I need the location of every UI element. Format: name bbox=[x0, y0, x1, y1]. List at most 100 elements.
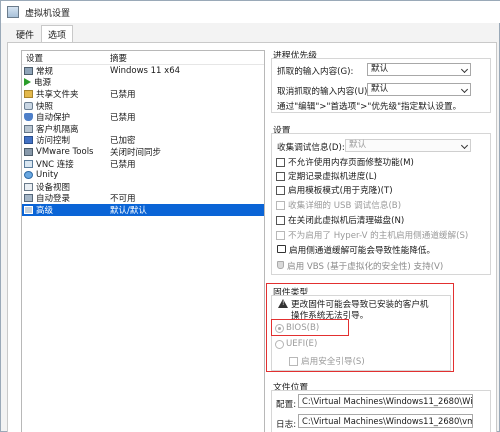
isolation-icon bbox=[24, 124, 33, 133]
list-item-name: 共享文件夹 bbox=[36, 89, 79, 100]
options-list[interactable]: 设置 摘要 常规 Windows 11 x64 电源 共享文件夹 已禁用 快照 自动保护 已禁… bbox=[21, 50, 265, 432]
gather-label: 收集调试信息(D): bbox=[277, 143, 345, 153]
secure-boot-checkbox[interactable]: 启用安全引导(S) bbox=[289, 355, 365, 367]
device-view-icon bbox=[24, 182, 33, 191]
checkbox-box bbox=[276, 230, 285, 240]
list-item[interactable]: 高级 默认/默认 bbox=[22, 204, 264, 216]
vbs-option[interactable]: 启用 VBS (基于虚拟化的安全性) 支持(V) bbox=[277, 260, 443, 272]
info-icon bbox=[277, 245, 286, 253]
tab-options[interactable]: 选项 bbox=[41, 25, 74, 43]
config-path-field[interactable]: C:\Virtual Machines\Windows11_2680\Windo… bbox=[298, 394, 473, 408]
power-icon bbox=[24, 78, 31, 87]
checkbox-box bbox=[276, 157, 285, 167]
grabbed-value: 默认 bbox=[371, 64, 389, 74]
list-item-summary: 已禁用 bbox=[110, 113, 136, 124]
list-item[interactable]: 快照 bbox=[22, 100, 264, 112]
list-item[interactable]: 共享文件夹 已禁用 bbox=[22, 88, 264, 100]
list-item-setting: 共享文件夹 bbox=[22, 88, 110, 100]
shared-folder-icon bbox=[24, 89, 33, 98]
chevron-down-icon bbox=[460, 85, 469, 94]
advanced-icon bbox=[24, 205, 33, 214]
list-header: 设置 摘要 bbox=[22, 51, 264, 65]
list-item[interactable]: 设备视图 bbox=[22, 181, 264, 193]
list-item-summary: 不可用 bbox=[110, 194, 136, 205]
list-item[interactable]: 电源 bbox=[22, 76, 264, 88]
ungrabbed-label: 取消抓取的输入内容(U): bbox=[277, 87, 371, 97]
priority-note: 通过"编辑">"首选项">"优先级"指定默认设置。 bbox=[277, 102, 462, 112]
list-item[interactable]: Unity bbox=[22, 169, 264, 181]
list-item[interactable]: 访问控制 已加密 bbox=[22, 134, 264, 147]
tab-hardware[interactable]: 硬件 bbox=[9, 25, 41, 43]
header-setting[interactable]: 设置 bbox=[22, 52, 110, 64]
checkbox-box bbox=[276, 215, 285, 225]
checkbox-label: 启用模板模式(用于克隆)(T) bbox=[288, 186, 393, 196]
gather-select[interactable]: 默认 bbox=[345, 139, 471, 152]
list-item-name: 高级 bbox=[36, 205, 54, 216]
list-item-name: VNC 连接 bbox=[36, 159, 74, 170]
list-item[interactable]: 客户机隔离 bbox=[22, 123, 264, 135]
list-item-setting: VNC 连接 bbox=[22, 158, 110, 170]
list-item-name: 自动登录 bbox=[36, 194, 71, 205]
no-page-trim-checkbox[interactable]: 不允许使用内存页面修整功能(M) bbox=[276, 156, 414, 168]
list-item-summary: 已禁用 bbox=[110, 89, 136, 100]
list-item-setting: VMware Tools bbox=[22, 147, 110, 157]
chevron-down-icon bbox=[460, 141, 469, 150]
warning-icon bbox=[278, 299, 288, 308]
log-path-field[interactable]: C:\Virtual Machines\Windows11_2680\vmwar… bbox=[298, 414, 473, 428]
autologin-icon bbox=[24, 194, 33, 203]
list-item-summary: Windows 11 x64 bbox=[110, 65, 181, 76]
list-item-name: 设备视图 bbox=[36, 182, 71, 193]
template-mode-checkbox[interactable]: 启用模板模式(用于克隆)(T) bbox=[276, 184, 393, 196]
general-icon bbox=[24, 66, 33, 75]
list-item[interactable]: 常规 Windows 11 x64 bbox=[22, 65, 264, 77]
gather-value: 默认 bbox=[349, 140, 367, 150]
list-item-setting: 快照 bbox=[22, 100, 110, 112]
list-item[interactable]: 自动保护 已禁用 bbox=[22, 111, 264, 123]
grabbed-select[interactable]: 默认 bbox=[367, 63, 471, 76]
vmware-tools-icon bbox=[24, 147, 33, 156]
list-item-name: VMware Tools bbox=[36, 146, 94, 157]
header-summary[interactable]: 摘要 bbox=[110, 52, 260, 64]
ungrabbed-value: 默认 bbox=[371, 84, 389, 94]
checkbox-label: 不允许使用内存页面修整功能(M) bbox=[288, 158, 414, 168]
radio-dot bbox=[275, 339, 284, 349]
tab-strip: 硬件 选项 bbox=[1, 25, 74, 43]
checkbox-label: 启用安全引导(S) bbox=[301, 357, 365, 367]
checkbox-label: 收集详细的 USB 调试信息(B) bbox=[288, 201, 402, 211]
list-item-name: 客户机隔离 bbox=[36, 124, 79, 135]
clean-disk-checkbox[interactable]: 在关闭此虚拟机后清理磁盘(N) bbox=[276, 214, 404, 226]
lock-icon bbox=[24, 136, 33, 145]
checkbox-label: 定期记录虚拟机进度(L) bbox=[288, 172, 377, 182]
list-item-setting: Unity bbox=[22, 170, 110, 180]
list-item[interactable]: VNC 连接 已禁用 bbox=[22, 158, 264, 170]
mitigation-info: 启用侧通道缓解可能会导致性能降低。 bbox=[277, 244, 435, 256]
uefi-radio[interactable]: UEFI(E) bbox=[275, 339, 317, 349]
list-item-setting: 电源 bbox=[22, 76, 110, 88]
title-bar: 虚拟机设置 bbox=[1, 1, 500, 23]
shield-icon bbox=[277, 261, 284, 269]
checkbox-box bbox=[276, 185, 285, 195]
ungrabbed-select[interactable]: 默认 bbox=[367, 83, 471, 96]
list-item[interactable]: VMware Tools 关闭时间同步 bbox=[22, 146, 264, 158]
list-item-name: 电源 bbox=[34, 78, 52, 89]
config-label: 配置: bbox=[276, 400, 297, 410]
list-item-summary: 已加密 bbox=[110, 136, 136, 147]
list-item-setting: 访问控制 bbox=[22, 134, 110, 146]
list-item-name: 访问控制 bbox=[36, 136, 71, 147]
chevron-down-icon bbox=[460, 65, 469, 74]
uefi-label: UEFI(E) bbox=[286, 339, 318, 349]
hyperv-mitigation-checkbox[interactable]: 不为启用了 Hyper-V 的主机启用侧通道缓解(S) bbox=[276, 229, 468, 241]
vnc-icon bbox=[24, 159, 33, 168]
window-title: 虚拟机设置 bbox=[25, 8, 71, 19]
unity-icon bbox=[24, 171, 33, 180]
list-item-name: 常规 bbox=[36, 66, 54, 77]
bios-highlight-box bbox=[271, 319, 349, 336]
log-progress-checkbox[interactable]: 定期记录虚拟机进度(L) bbox=[276, 170, 377, 182]
log-label: 日志: bbox=[276, 420, 297, 430]
vm-settings-icon bbox=[7, 6, 19, 18]
list-item-name: 快照 bbox=[36, 101, 54, 112]
usb-debug-checkbox[interactable]: 收集详细的 USB 调试信息(B) bbox=[276, 199, 401, 211]
checkbox-label: 在关闭此虚拟机后清理磁盘(N) bbox=[288, 216, 405, 226]
list-item[interactable]: 自动登录 不可用 bbox=[22, 193, 264, 205]
list-item-summary: 已禁用 bbox=[110, 159, 136, 170]
